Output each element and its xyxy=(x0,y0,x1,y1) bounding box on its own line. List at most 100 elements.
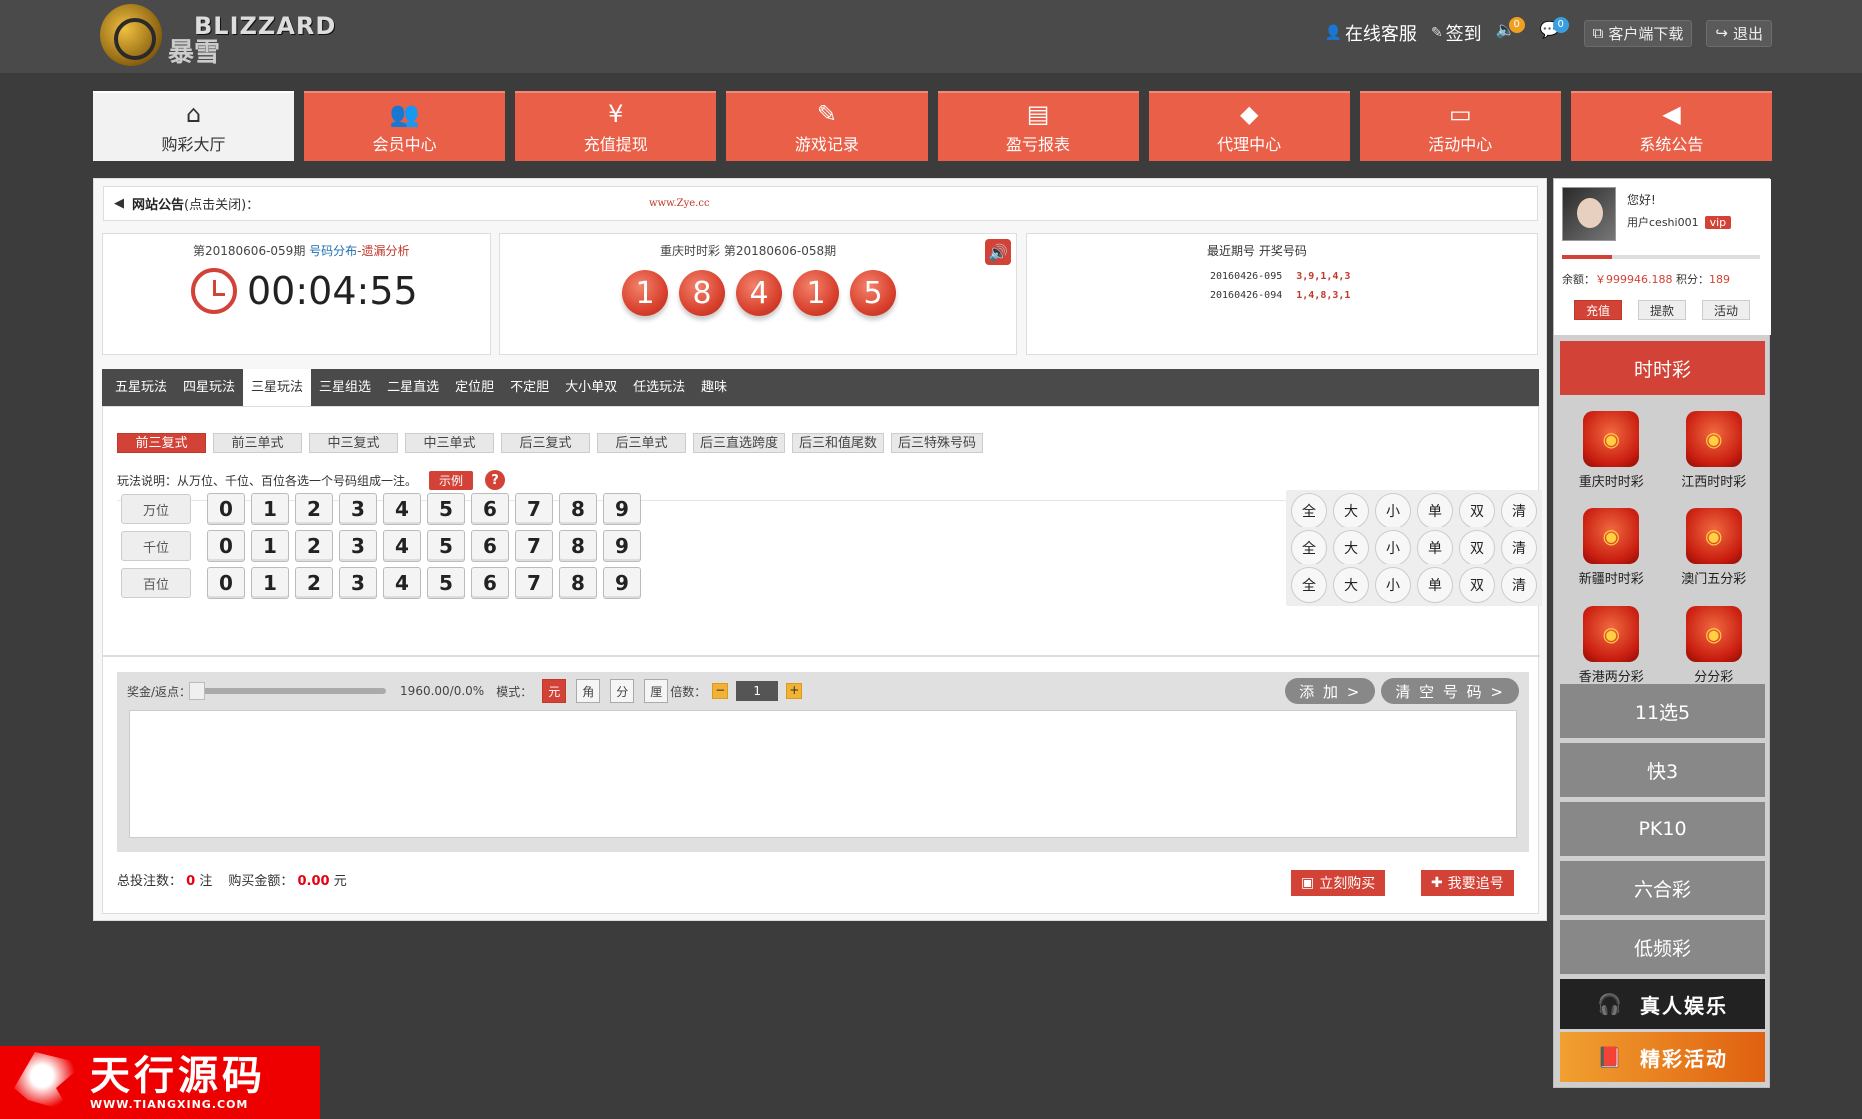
play-tab[interactable]: 不定胆 xyxy=(502,369,557,406)
download-button[interactable]: ⧉ 客户端下载 xyxy=(1583,19,1693,47)
digit-button[interactable]: 0 xyxy=(207,530,245,562)
digit-button[interactable]: 2 xyxy=(295,493,333,525)
withdraw-button[interactable]: 提款 xyxy=(1638,300,1686,320)
multiplier-plus-button[interactable]: + xyxy=(786,683,803,699)
sub-tab[interactable]: 后三特殊号码 xyxy=(891,433,984,453)
digit-button[interactable]: 3 xyxy=(339,567,377,599)
ssc-game[interactable]: ◉ 重庆时时彩 xyxy=(1560,411,1663,498)
avatar[interactable] xyxy=(1562,187,1616,241)
quick-select-button[interactable]: 单 xyxy=(1417,530,1453,566)
logout-button[interactable]: ↪ 退出 xyxy=(1706,19,1772,47)
digit-button[interactable]: 8 xyxy=(559,530,597,562)
category-lhc[interactable]: 六合彩 xyxy=(1560,861,1765,915)
digit-button[interactable]: 9 xyxy=(603,567,641,599)
nav-item[interactable]: ✎ 游戏记录 xyxy=(726,91,928,161)
digit-button[interactable]: 0 xyxy=(207,567,245,599)
miss-analysis-link[interactable]: 遗漏分析 xyxy=(362,244,410,258)
digit-button[interactable]: 9 xyxy=(603,530,641,562)
bet-list[interactable] xyxy=(129,710,1517,838)
rebate-slider[interactable] xyxy=(189,682,387,700)
digit-button[interactable]: 4 xyxy=(383,493,421,525)
sound-button[interactable]: 🔈 0 xyxy=(1496,17,1526,46)
activity-button[interactable]: 活动 xyxy=(1702,300,1750,320)
digit-button[interactable]: 8 xyxy=(559,567,597,599)
nav-item[interactable]: 👥 会员中心 xyxy=(304,91,506,161)
play-tab[interactable]: 五星玩法 xyxy=(107,369,175,406)
number-distribution-link[interactable]: 号码分布 xyxy=(309,244,357,258)
quick-select-button[interactable]: 大 xyxy=(1333,567,1369,603)
digit-button[interactable]: 9 xyxy=(603,493,641,525)
quick-select-button[interactable]: 大 xyxy=(1333,493,1369,529)
position-label[interactable]: 千位 xyxy=(121,531,191,561)
category-pk10[interactable]: PK10 xyxy=(1560,802,1765,856)
sub-tab[interactable]: 前三单式 xyxy=(213,433,302,453)
nav-item[interactable]: ◆ 代理中心 xyxy=(1148,91,1350,161)
quick-select-button[interactable]: 单 xyxy=(1417,493,1453,529)
category-low-freq[interactable]: 低频彩 xyxy=(1560,920,1765,974)
quick-select-button[interactable]: 小 xyxy=(1375,493,1411,529)
ssc-game[interactable]: ◉ 新疆时时彩 xyxy=(1560,508,1663,595)
quick-select-button[interactable]: 小 xyxy=(1375,567,1411,603)
nav-item[interactable]: ¥ 充值提现 xyxy=(515,91,717,161)
quick-select-button[interactable]: 单 xyxy=(1417,567,1453,603)
mode-jiao-button[interactable]: 角 xyxy=(576,679,601,703)
digit-button[interactable]: 4 xyxy=(383,530,421,562)
category-11x5[interactable]: 11选5 xyxy=(1560,684,1765,738)
nav-item[interactable]: ⌂ 购彩大厅 xyxy=(93,91,295,161)
play-tab[interactable]: 三星玩法 xyxy=(243,369,312,406)
chase-number-button[interactable]: ✚ 我要追号 xyxy=(1421,870,1514,896)
play-tab[interactable]: 定位胆 xyxy=(447,369,502,406)
notice-bar[interactable]: ◀ 网站公告 (点击关闭)： www.Zye.cc xyxy=(103,186,1538,221)
logo[interactable]: BLIZZARD 暴雪 xyxy=(100,4,360,68)
quick-select-button[interactable]: 全 xyxy=(1291,567,1327,603)
mode-fen-button[interactable]: 分 xyxy=(610,679,635,703)
play-tab[interactable]: 大小单双 xyxy=(557,369,625,406)
sub-tab[interactable]: 后三和值尾数 xyxy=(792,433,885,453)
mode-yuan-button[interactable]: 元 xyxy=(542,679,567,703)
digit-button[interactable]: 3 xyxy=(339,493,377,525)
quick-select-button[interactable]: 全 xyxy=(1291,493,1327,529)
quick-select-button[interactable]: 双 xyxy=(1459,567,1495,603)
add-button[interactable]: 添 加 > xyxy=(1285,678,1376,704)
category-ssc[interactable]: 时时彩 xyxy=(1560,341,1765,395)
digit-button[interactable]: 4 xyxy=(383,567,421,599)
play-tab[interactable]: 二星直选 xyxy=(379,369,447,406)
digit-button[interactable]: 8 xyxy=(559,493,597,525)
digit-button[interactable]: 7 xyxy=(515,493,553,525)
position-label[interactable]: 百位 xyxy=(121,568,191,598)
play-tab[interactable]: 四星玩法 xyxy=(175,369,243,406)
play-tab[interactable]: 任选玩法 xyxy=(625,369,693,406)
nav-item[interactable]: ◀ 系统公告 xyxy=(1570,91,1772,161)
mode-li-button[interactable]: 厘 xyxy=(644,679,669,703)
multiplier-minus-button[interactable]: − xyxy=(712,683,729,699)
digit-button[interactable]: 5 xyxy=(427,530,465,562)
quick-select-button[interactable]: 清 xyxy=(1501,530,1537,566)
play-tab[interactable]: 三星组选 xyxy=(311,369,379,406)
quick-select-button[interactable]: 清 xyxy=(1501,493,1537,529)
sub-tab[interactable]: 前三复式 xyxy=(117,433,206,453)
example-button[interactable]: 示例 xyxy=(429,470,474,490)
digit-button[interactable]: 1 xyxy=(251,530,289,562)
sub-tab[interactable]: 中三单式 xyxy=(405,433,494,453)
digit-button[interactable]: 1 xyxy=(251,493,289,525)
sub-tab[interactable]: 后三直选跨度 xyxy=(693,433,786,453)
online-service-link[interactable]: 👤 在线客服 xyxy=(1325,20,1417,46)
digit-button[interactable]: 2 xyxy=(295,530,333,562)
play-tab[interactable]: 趣味 xyxy=(693,369,735,406)
ssc-game[interactable]: ◉ 分分彩 xyxy=(1663,605,1766,693)
sub-tab[interactable]: 后三单式 xyxy=(597,433,686,453)
buy-now-button[interactable]: ▣ 立刻购买 xyxy=(1291,870,1386,896)
recharge-button[interactable]: 充值 xyxy=(1574,300,1622,320)
quick-select-button[interactable]: 小 xyxy=(1375,530,1411,566)
quick-select-button[interactable]: 双 xyxy=(1459,493,1495,529)
digit-button[interactable]: 5 xyxy=(427,493,465,525)
sub-tab[interactable]: 中三复式 xyxy=(309,433,398,453)
ssc-game[interactable]: ◉ 澳门五分彩 xyxy=(1663,508,1766,595)
quick-select-button[interactable]: 全 xyxy=(1291,530,1327,566)
digit-button[interactable]: 6 xyxy=(471,530,509,562)
sign-in-link[interactable]: ✎ 签到 xyxy=(1431,20,1482,46)
digit-button[interactable]: 0 xyxy=(207,493,245,525)
help-icon[interactable]: ? xyxy=(485,470,506,490)
clear-numbers-button[interactable]: 清 空 号 码 > xyxy=(1381,678,1519,704)
digit-button[interactable]: 2 xyxy=(295,567,333,599)
